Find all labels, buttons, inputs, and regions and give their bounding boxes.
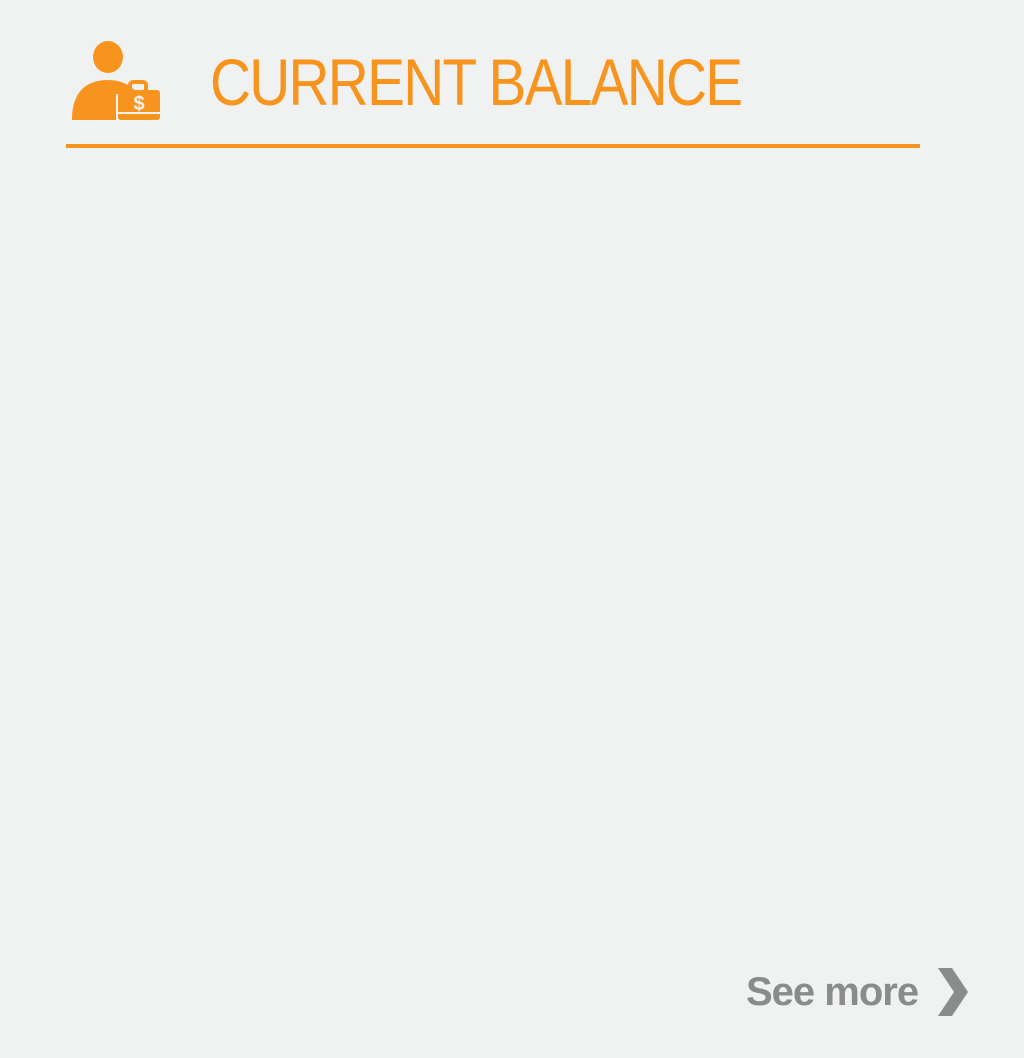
widget-header: $ CURRENT BALANCE [66,38,920,150]
svg-text:$: $ [133,93,144,115]
balance-content-area [66,152,920,932]
header-divider [66,144,920,148]
see-more-link[interactable]: See more [746,962,972,1022]
widget-title: CURRENT BALANCE [210,45,743,119]
user-balance-icon: $ [72,41,160,120]
chevron-right-icon [938,968,969,1016]
see-more-label: See more [746,969,919,1014]
current-balance-widget: $ CURRENT BALANCE See more [0,0,1024,1058]
